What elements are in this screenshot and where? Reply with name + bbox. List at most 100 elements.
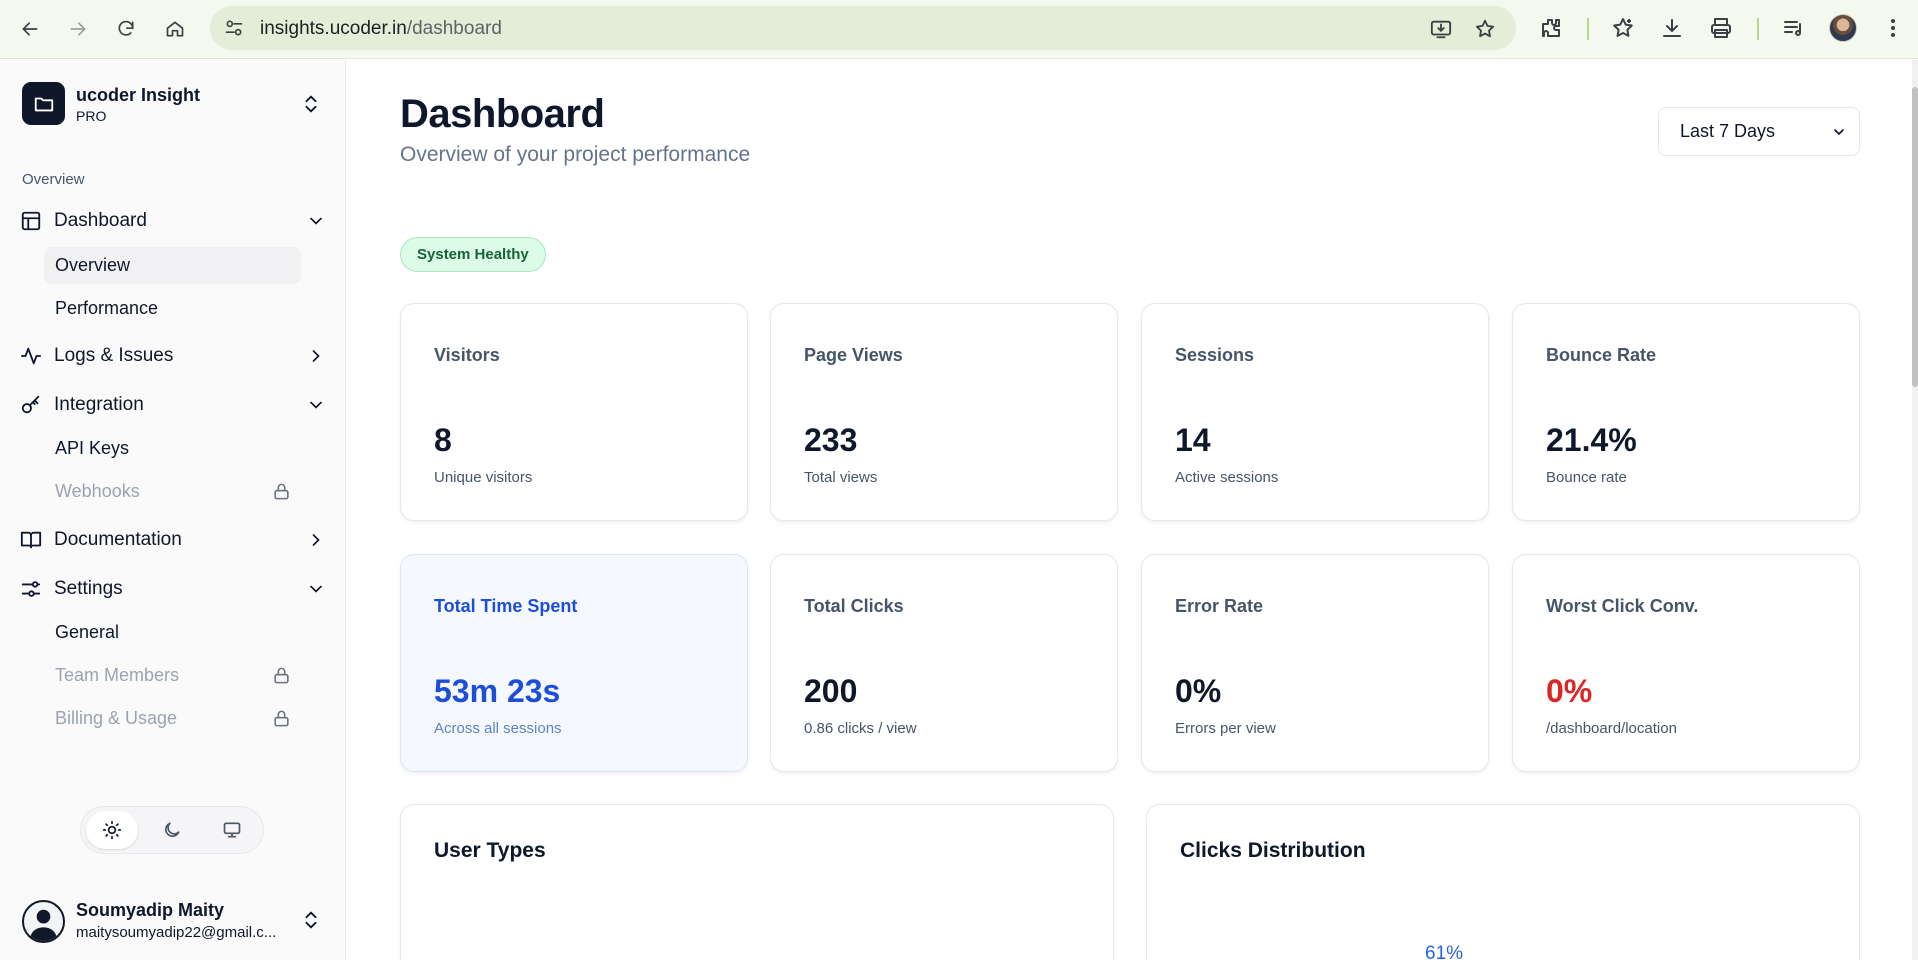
scrollbar-thumb[interactable] [1912,87,1918,387]
browser-profile-avatar[interactable] [1829,14,1857,42]
chevron-down-icon [310,585,322,593]
page-scrollbar[interactable] [1912,60,1918,960]
stat-value: 14 [1175,422,1211,458]
brand-name: ucoder Insight [76,85,201,105]
url-text: insights.ucoder.in/dashboard [260,18,502,40]
stat-description: Unique visitors [434,469,533,486]
layout-icon [21,211,41,231]
chevrons-up-down-icon [305,95,317,113]
reload-icon [118,20,134,36]
extensions-icon[interactable] [1538,15,1564,41]
pie-slice-label: 61% [1425,943,1464,960]
media-controls-icon[interactable] [1781,15,1807,41]
stat-title: Bounce Rate [1546,345,1657,365]
sidebar-item-billing-usage[interactable]: Billing & Usage [44,700,301,737]
stat-card-total-time-spent: Total Time Spent 53m 23s Across all sess… [400,554,748,772]
stat-card-total-clicks: Total Clicks 200 0.86 clicks / view [770,554,1118,772]
stat-description: /dashboard/location [1546,720,1677,737]
date-range-select[interactable]: Last 7 Days [1658,107,1860,156]
stat-title: Sessions [1175,345,1255,365]
downloads-icon[interactable] [1659,15,1685,41]
stat-value: 0% [1175,673,1222,709]
sidebar-item-general[interactable]: General [44,614,301,651]
stat-description: Across all sessions [434,720,562,737]
stat-value: 0% [1546,673,1593,709]
lock-icon [274,483,289,500]
sidebar-item-team-members[interactable]: Team Members [44,657,301,694]
address-bar[interactable]: insights.ucoder.in/dashboard [210,6,1516,50]
sidebar-item-integration[interactable]: Integration [20,387,326,423]
chevron-right-icon [312,350,320,362]
sidebar-item-webhooks[interactable]: Webhooks [44,473,301,510]
home-icon [166,21,184,37]
toolbar-divider [1587,18,1589,40]
stat-description: Active sessions [1175,469,1279,486]
sun-icon [102,820,122,840]
bookmarks-icon[interactable] [1610,15,1636,41]
stat-value: 8 [434,422,452,458]
install-app-icon[interactable] [1430,18,1452,40]
sidebar-item-logs-issues[interactable]: Logs & Issues [20,338,326,374]
theme-light-button[interactable] [86,811,138,849]
sidebar-item-label: Documentation [54,529,182,550]
brand-plan: PRO [76,108,107,124]
sidebar-item-label: Dashboard [54,210,147,231]
site-settings-icon [225,20,243,36]
sidebar-item-dashboard[interactable]: Dashboard [20,203,326,239]
theme-switcher [80,806,264,854]
stat-card-sessions: Sessions 14 Active sessions [1141,303,1489,521]
stat-card-bounce-rate: Bounce Rate 21.4% Bounce rate [1512,303,1860,521]
sidebar-item-label: Settings [54,578,123,599]
stat-value: 200 [804,673,858,709]
stat-card-visitors: Visitors 8 Unique visitors [400,303,748,521]
user-menu[interactable]: Soumyadip Maity maitysoumyadip22@gmail.c… [22,898,328,946]
home-button[interactable] [159,13,191,45]
panel-title: Clicks Distribution [1180,839,1366,862]
sidebar-item-settings[interactable]: Settings [20,571,326,607]
stat-description: Total views [804,469,878,486]
sidebar-item-label: Team Members [55,665,180,685]
monitor-icon [223,822,241,838]
sidebar-item-api-keys[interactable]: API Keys [44,430,301,467]
user-email: maitysoumyadip22@gmail.c... [76,924,277,941]
settings-sliders-icon [21,581,41,597]
section-label: Overview [22,171,85,188]
sidebar-item-label: Logs & Issues [54,345,174,366]
arrow-left-icon [22,22,38,36]
panel-title: User Types [434,839,546,862]
bookmark-star-icon[interactable] [1474,18,1496,40]
user-name: Soumyadip Maity [76,900,225,920]
sidebar-item-overview[interactable]: Overview [44,247,301,284]
date-range-value: Last 7 Days [1680,121,1776,141]
sidebar: ucoder Insight PRO Overview Dashboard Ov… [0,60,346,960]
stat-card-page-views: Page Views 233 Total views [770,303,1118,521]
status-badge: System Healthy [400,237,546,272]
reload-button[interactable] [110,13,142,45]
chevron-down-icon [310,401,322,409]
stat-value: 21.4% [1546,422,1637,458]
sidebar-item-label: Webhooks [55,481,140,501]
theme-system-button[interactable] [206,811,258,849]
panel-user-types: User Types [400,804,1114,960]
forward-button[interactable] [62,13,94,45]
theme-dark-button[interactable] [146,811,198,849]
stat-title: Worst Click Conv. [1546,596,1699,616]
stat-description: Errors per view [1175,720,1276,737]
print-icon[interactable] [1708,15,1734,41]
sidebar-item-documentation[interactable]: Documentation [20,522,326,558]
moon-icon [165,822,180,837]
stat-title: Total Time Spent [434,596,578,616]
more-vert-icon[interactable] [1880,15,1906,41]
chevron-right-icon [312,534,320,546]
panel-clicks-distribution: Clicks Distribution 61% [1146,804,1860,960]
chevron-down-icon [310,217,322,225]
sidebar-item-performance[interactable]: Performance [44,290,301,327]
avatar [22,900,65,943]
arrow-right-icon [70,22,86,36]
page-title: Dashboard [400,92,605,136]
back-button[interactable] [14,13,46,45]
activity-icon [20,347,42,365]
book-icon [20,531,42,549]
project-switcher[interactable]: ucoder Insight PRO [22,82,322,130]
sidebar-item-label: Integration [54,394,144,415]
